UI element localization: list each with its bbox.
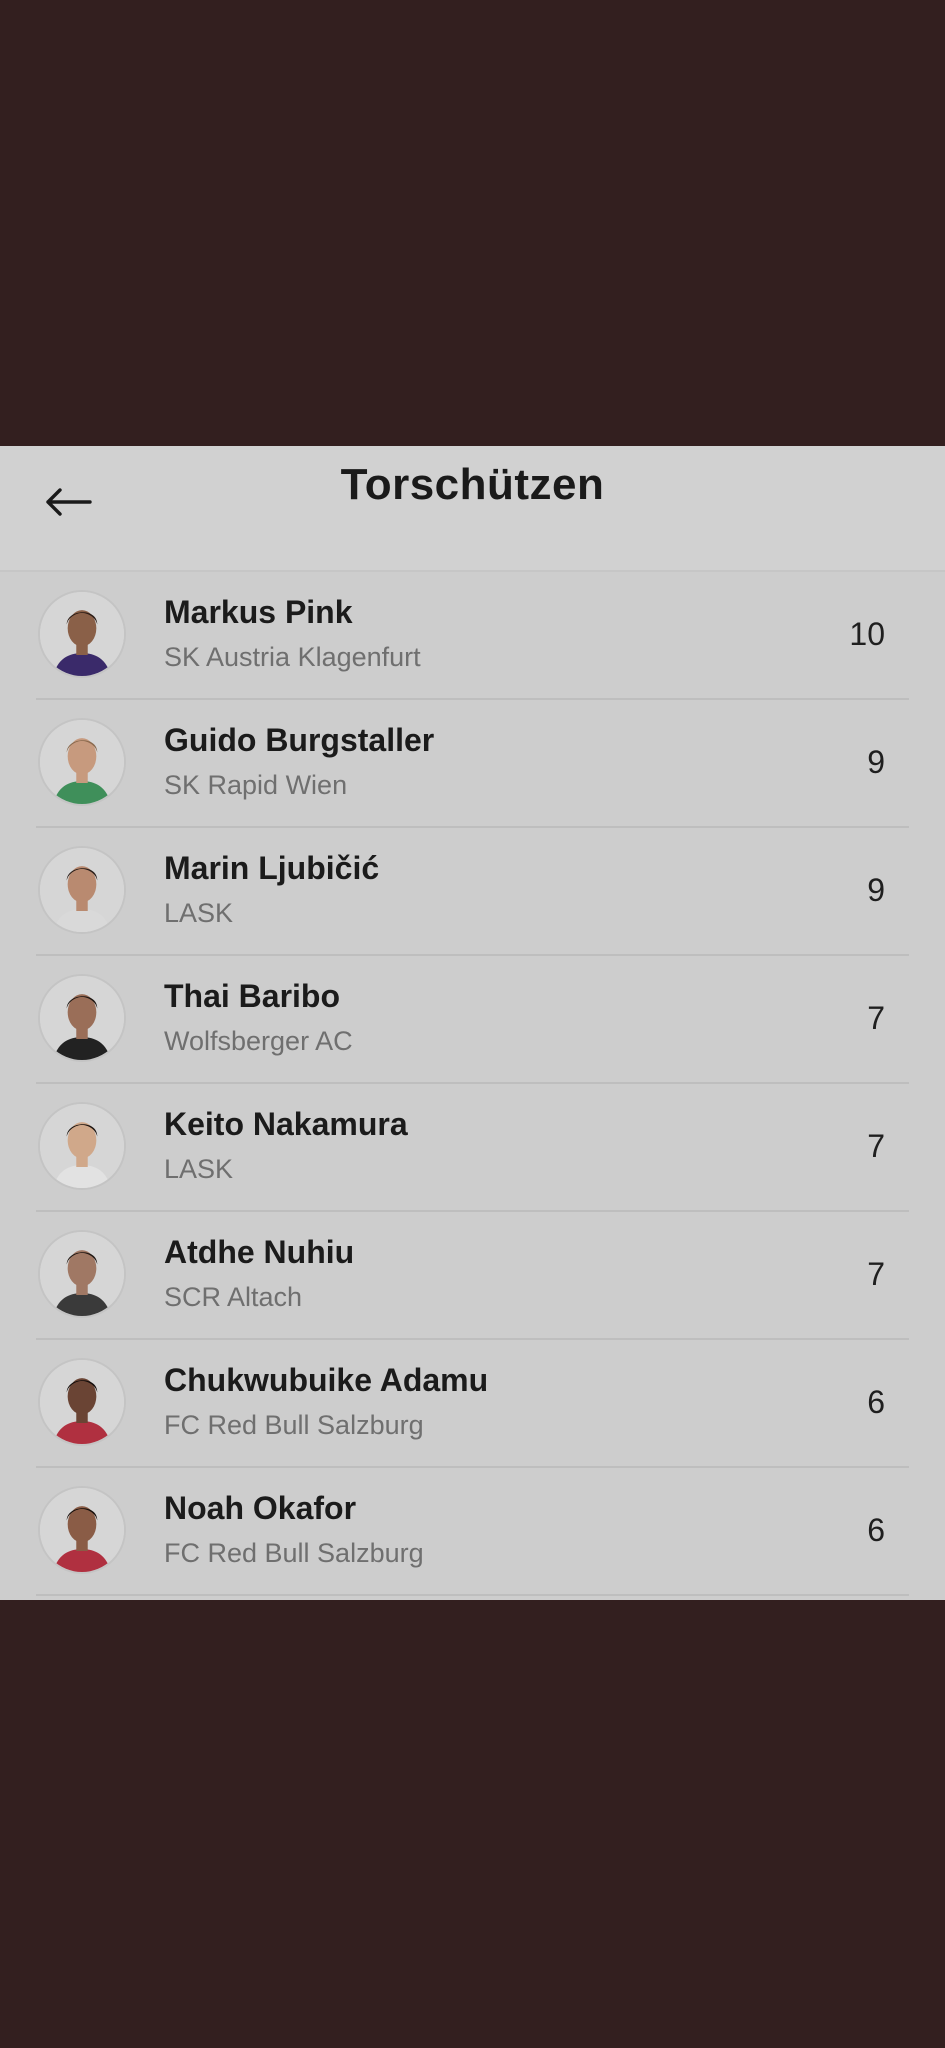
player-name: Chukwubuike Adamu bbox=[164, 1362, 489, 1398]
list-item[interactable]: Chukwubuike Adamu FC Red Bull Salzburg 6 bbox=[36, 1340, 909, 1468]
player-team: FC Red Bull Salzburg bbox=[164, 1410, 424, 1440]
player-name: Noah Okafor bbox=[164, 1490, 357, 1526]
player-avatar bbox=[38, 846, 126, 934]
player-avatar bbox=[38, 1230, 126, 1318]
goal-count: 9 bbox=[867, 872, 885, 908]
player-team: FC Red Bull Salzburg bbox=[164, 1538, 424, 1568]
player-avatar bbox=[38, 1358, 126, 1446]
player-name: Thai Baribo bbox=[164, 978, 341, 1014]
player-photo-icon bbox=[40, 1488, 124, 1572]
player-name: Guido Burgstaller bbox=[164, 722, 435, 758]
player-avatar bbox=[38, 974, 126, 1062]
player-team: LASK bbox=[164, 898, 234, 928]
player-avatar bbox=[38, 590, 126, 678]
player-name: Marin Ljubičić bbox=[164, 850, 380, 886]
header: Torschützen bbox=[0, 446, 945, 572]
scorers-list: Markus Pink SK Austria Klagenfurt 10 Gui… bbox=[0, 572, 945, 1596]
list-item[interactable]: Marin Ljubičić LASK 9 bbox=[36, 828, 909, 956]
player-name: Markus Pink bbox=[164, 594, 353, 630]
player-team: LASK bbox=[164, 1154, 234, 1184]
player-name: Atdhe Nuhiu bbox=[164, 1234, 355, 1270]
page-title: Torschützen bbox=[340, 460, 605, 509]
player-photo-icon bbox=[40, 1232, 124, 1316]
dimmed-overlay-top bbox=[0, 0, 945, 446]
goal-count: 7 bbox=[867, 1256, 885, 1292]
goal-count: 6 bbox=[867, 1512, 885, 1548]
goal-count: 6 bbox=[867, 1384, 885, 1420]
player-photo-icon bbox=[40, 1104, 124, 1188]
list-item[interactable]: Guido Burgstaller SK Rapid Wien 9 bbox=[36, 700, 909, 828]
player-team: SCR Altach bbox=[164, 1282, 303, 1312]
player-photo-icon bbox=[40, 848, 124, 932]
player-team: Wolfsberger AC bbox=[164, 1026, 353, 1056]
player-photo-icon bbox=[40, 720, 124, 804]
list-item[interactable]: Atdhe Nuhiu SCR Altach 7 bbox=[36, 1212, 909, 1340]
list-item[interactable]: Keito Nakamura LASK 7 bbox=[36, 1084, 909, 1212]
goal-count: 7 bbox=[867, 1128, 885, 1164]
list-item[interactable]: Thai Baribo Wolfsberger AC 7 bbox=[36, 956, 909, 1084]
scorers-sheet: Torschützen Markus Pink SK Austria Klage… bbox=[0, 446, 945, 1600]
player-avatar bbox=[38, 1102, 126, 1190]
dimmed-overlay-bottom bbox=[0, 1600, 945, 2048]
player-photo-icon bbox=[40, 1360, 124, 1444]
player-avatar bbox=[38, 718, 126, 806]
goal-count: 7 bbox=[867, 1000, 885, 1036]
player-team: SK Austria Klagenfurt bbox=[164, 642, 421, 672]
list-item[interactable]: Markus Pink SK Austria Klagenfurt 10 bbox=[36, 572, 909, 700]
player-team: SK Rapid Wien bbox=[164, 770, 348, 800]
player-avatar bbox=[38, 1486, 126, 1574]
goal-count: 9 bbox=[867, 744, 885, 780]
goal-count: 10 bbox=[849, 616, 885, 652]
player-photo-icon bbox=[40, 976, 124, 1060]
player-name: Keito Nakamura bbox=[164, 1106, 408, 1142]
player-photo-icon bbox=[40, 592, 124, 676]
list-item[interactable]: Noah Okafor FC Red Bull Salzburg 6 bbox=[36, 1468, 909, 1596]
